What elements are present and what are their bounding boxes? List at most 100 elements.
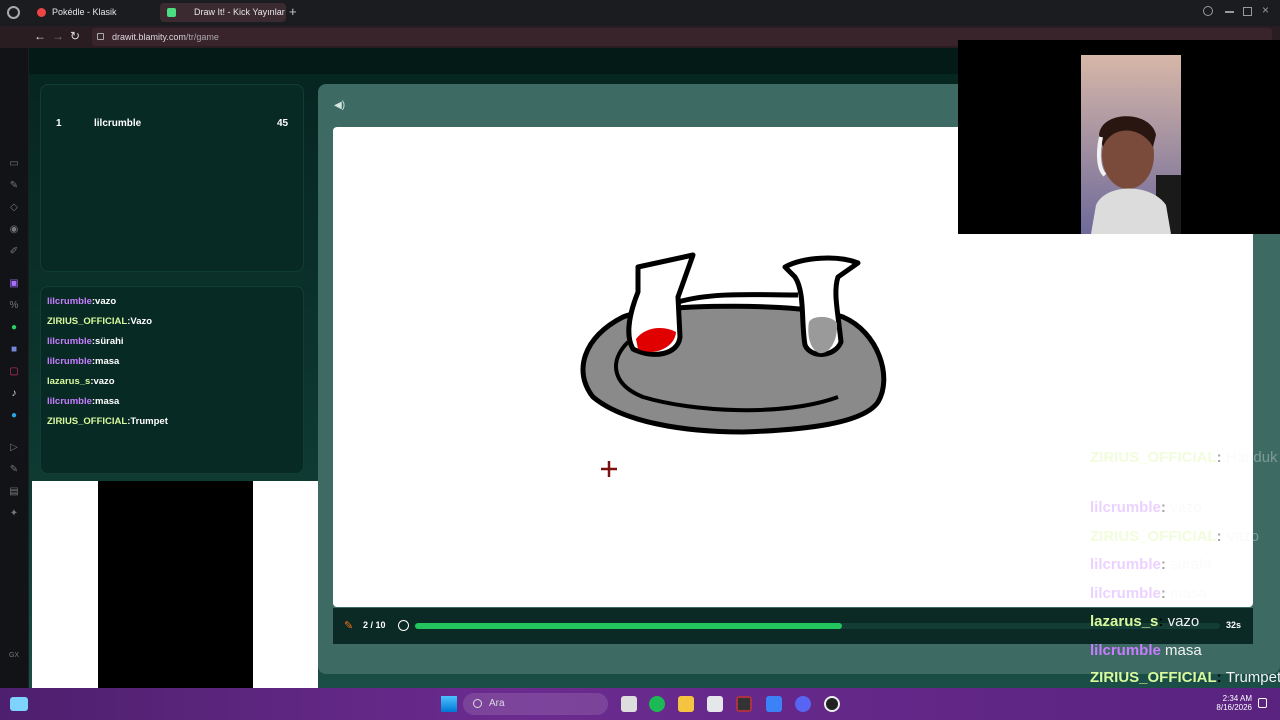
table-line [677,292,799,305]
browser-tab-bar: Pokédle - Klasik Draw It! - Kick Yayınla… [0,0,1280,26]
telegram-icon[interactable]: ● [8,410,20,422]
minimize-icon[interactable] [1225,11,1234,13]
pokeball-icon [37,8,46,17]
chat-username: ZIRIUS_OFFICIAL [47,316,128,327]
black-block [98,481,253,720]
white-block-left [32,481,98,688]
close-window-icon[interactable]: × [1262,3,1269,17]
play-icon[interactable]: ▷ [8,442,20,454]
chat-message: lilcrumble:sürahi [47,336,124,347]
chat-username: lilcrumble [47,356,92,367]
player-score: 45 [277,118,289,129]
webcam-feed [1081,55,1181,234]
stream-chat-message: lilcrumble masa [1090,642,1202,659]
eraser-icon[interactable]: ◇ [8,202,20,214]
instagram-icon[interactable]: ▢ [8,366,20,378]
eye-icon[interactable]: ◉ [8,224,20,236]
task-view-icon[interactable] [621,696,637,712]
file-explorer-icon[interactable] [678,696,694,712]
stream-chat-username: ZIRIUS_OFFICIAL [1090,669,1217,686]
tools-icon[interactable]: ✎ [8,464,20,476]
rank-number: 1 [56,118,62,129]
timer-icon [398,620,409,631]
chat-text: vazo [95,296,117,307]
stream-chat-separator: : [1216,669,1222,686]
stream-chat-username: lilcrumble [1090,585,1161,602]
app-icon[interactable] [736,696,752,712]
chat-message: lilcrumble:vazo [47,296,116,307]
stream-chat-message: ZIRIUS_OFFICIAL: Trumpet [1090,669,1280,686]
stream-chat-separator: : [1160,556,1166,573]
chat-message: ZIRIUS_OFFICIAL:Trumpet [47,416,168,427]
tab-pokedle[interactable]: Pokédle - Klasik [30,3,160,22]
streamer-image [1081,55,1181,234]
chat-message: lazarus_s:vazo [47,376,115,387]
stream-chat-text: Handuk [1225,449,1278,466]
store-icon[interactable] [707,696,723,712]
chat-username: lilcrumble [47,396,92,407]
drawit-icon [167,8,176,17]
new-tab-button[interactable]: + [289,5,297,19]
search-tabs-icon[interactable] [1203,6,1213,16]
stream-chat-text: vazo [1170,499,1202,516]
spotify-icon[interactable] [649,696,665,712]
chat-username: lilcrumble [47,336,92,347]
start-icon[interactable] [441,696,457,712]
gx-icon[interactable]: GX [8,650,20,662]
maximize-icon[interactable] [1243,7,1252,16]
widgets-icon[interactable] [10,697,28,711]
chat-text: sürahi [95,336,124,347]
discord-icon[interactable]: ■ [8,344,20,356]
chat-message: lilcrumble:masa [47,356,119,367]
progress-bar-fill [415,623,842,629]
stream-chat-message: lilcrumble: masa [1090,585,1207,602]
chat-username: lazarus_s [47,376,91,387]
search-icon [473,699,482,708]
stream-chat-separator: : [1216,449,1222,466]
stream-chat-message: ZIRIUS_OFFICIAL: Handuk [1090,449,1278,466]
stream-chat-message: ZIRIUS_OFFICIAL: Vazo [1090,528,1259,545]
pen-icon[interactable]: ✎ [8,180,20,192]
chat-text: masa [95,356,120,367]
chat-text: Vazo [130,316,153,327]
bag-icon[interactable]: ▤ [8,486,20,498]
whatsapp-icon[interactable]: ● [8,322,20,334]
sidebar-panel-icon[interactable]: ▭ [8,158,20,170]
reload-icon[interactable]: ↻ [70,29,80,43]
percent-icon[interactable]: % [8,300,20,312]
chat-text: vazo [93,376,115,387]
chat-username: lilcrumble [47,296,92,307]
back-icon[interactable]: ← [34,29,46,43]
white-block-right [253,481,318,688]
tiktok-icon[interactable]: ♪ [8,388,20,400]
lock-icon [97,33,104,40]
stream-chat-text: masa [1170,585,1207,602]
sound-icon[interactable]: ◀) [334,100,345,111]
round-counter: 2 / 10 [363,620,386,630]
brush-icon[interactable]: ✐ [8,246,20,258]
taskbar-search[interactable]: Ara [463,693,608,715]
stream-chat-username: ZIRIUS_OFFICIAL [1090,449,1217,466]
notification-icon[interactable] [1258,698,1267,708]
forward-icon[interactable]: → [52,29,64,43]
stream-chat-username: ZIRIUS_OFFICIAL [1090,528,1217,545]
opera-icon[interactable] [824,696,840,712]
stream-chat-text: Vazo [1225,528,1259,545]
windows-taskbar [0,688,1280,720]
browser-logo-icon[interactable] [7,6,20,19]
pencil-icon: ✎ [344,620,354,632]
taskbar-clock[interactable]: 2:34 AM 8/16/2026 [1208,694,1252,712]
mail-icon[interactable] [766,696,782,712]
leaderboard-panel [40,84,304,272]
discord-taskbar-icon[interactable] [795,696,811,712]
twitch-icon[interactable]: ▣ [8,278,20,290]
stream-chat-username: lilcrumble [1090,499,1161,516]
stream-chat-username: lilcrumble [1090,556,1161,573]
stream-chat-separator: : [1160,585,1166,602]
magic-icon[interactable]: ✦ [8,508,20,520]
chat-text: Trumpet [130,416,168,427]
tab-drawit[interactable]: Draw It! - Kick Yayınlar [160,3,286,22]
stream-chat-separator: : [1216,528,1222,545]
chat-username: ZIRIUS_OFFICIAL [47,416,128,427]
player-name: lilcrumble [94,118,142,129]
